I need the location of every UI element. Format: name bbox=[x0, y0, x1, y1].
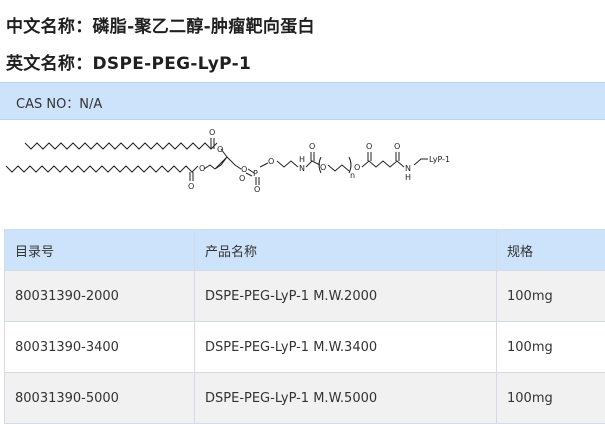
table-row: 80031390-5000 DSPE-PEG-LyP-1 M.W.5000 10… bbox=[4, 372, 605, 424]
cas-number: CAS NO：N/A bbox=[16, 97, 103, 112]
carbamate-carbonyl-oxygen: O bbox=[309, 142, 315, 151]
phosphorus-atom: P bbox=[253, 169, 258, 178]
header-catalog-number: 目录号 bbox=[4, 229, 195, 271]
peg-terminal-oxygen: O bbox=[354, 163, 360, 172]
phosphate-ether-oxygen: O bbox=[268, 157, 274, 166]
phosphoryl-oxygen: O bbox=[254, 185, 260, 194]
amide-hydrogen: H bbox=[405, 173, 411, 182]
table-header-row: 目录号 产品名称 规格 bbox=[4, 229, 605, 271]
chinese-name-title: 中文名称：磷脂-聚乙二醇-肿瘤靶向蛋白 bbox=[6, 17, 315, 37]
product-table: 目录号 产品名称 规格 80031390-2000 DSPE-PEG-LyP-1… bbox=[4, 229, 605, 424]
product-name-cell: DSPE-PEG-LyP-1 M.W.2000 bbox=[194, 270, 497, 322]
glycerol-phosphate-oxygen: O bbox=[241, 165, 247, 174]
product-name-cell: DSPE-PEG-LyP-1 M.W.5000 bbox=[194, 372, 497, 424]
upper-carbonyl-oxygen: O bbox=[209, 128, 215, 137]
succinyl-linker bbox=[361, 160, 405, 168]
amide-nitrogen: N bbox=[405, 164, 411, 173]
table-row: 80031390-3400 DSPE-PEG-LyP-1 M.W.3400 10… bbox=[4, 321, 605, 373]
lower-carbonyl-oxygen: O bbox=[188, 182, 194, 191]
english-name-title: 英文名称：DSPE-PEG-LyP-1 bbox=[6, 54, 252, 74]
upper-ester-oxygen: O bbox=[217, 145, 223, 154]
specification-cell: 100mg bbox=[496, 270, 605, 322]
specification-cell: 100mg bbox=[496, 321, 605, 373]
phosphate-hydroxyl-oxygen: O bbox=[239, 174, 245, 183]
ester-carbonyl-oxygen: O bbox=[366, 142, 372, 151]
product-name-cell: DSPE-PEG-LyP-1 M.W.3400 bbox=[194, 321, 497, 373]
amide-carbonyl-oxygen: O bbox=[394, 142, 400, 151]
cas-bar: CAS NO：N/A bbox=[0, 82, 605, 120]
header-specification: 规格 bbox=[496, 229, 605, 271]
lower-ester-oxygen: O bbox=[199, 164, 205, 173]
lyp1-ligand-label: LyP-1 bbox=[429, 155, 450, 164]
table-row: 80031390-2000 DSPE-PEG-LyP-1 M.W.2000 10… bbox=[4, 270, 605, 322]
peg-repeat-count: n bbox=[350, 171, 355, 180]
carbamate-hydrogen: H bbox=[299, 155, 305, 164]
chemical-structure-diagram: O O O O O P O O O N H O O n O O O N H Ly… bbox=[5, 128, 450, 194]
upper-fatty-chain bbox=[24, 142, 218, 150]
ethanolamine-linker bbox=[276, 160, 299, 168]
peg-repeat-unit bbox=[327, 164, 350, 172]
catalog-number-cell: 80031390-2000 bbox=[4, 270, 195, 322]
carbamate-ether-oxygen: O bbox=[320, 163, 326, 172]
carbamate-nitrogen: N bbox=[299, 164, 305, 173]
catalog-number-cell: 80031390-3400 bbox=[4, 321, 195, 373]
header-product-name: 产品名称 bbox=[194, 229, 497, 271]
catalog-number-cell: 80031390-5000 bbox=[4, 372, 195, 424]
specification-cell: 100mg bbox=[496, 372, 605, 424]
lower-fatty-chain bbox=[5, 165, 199, 173]
